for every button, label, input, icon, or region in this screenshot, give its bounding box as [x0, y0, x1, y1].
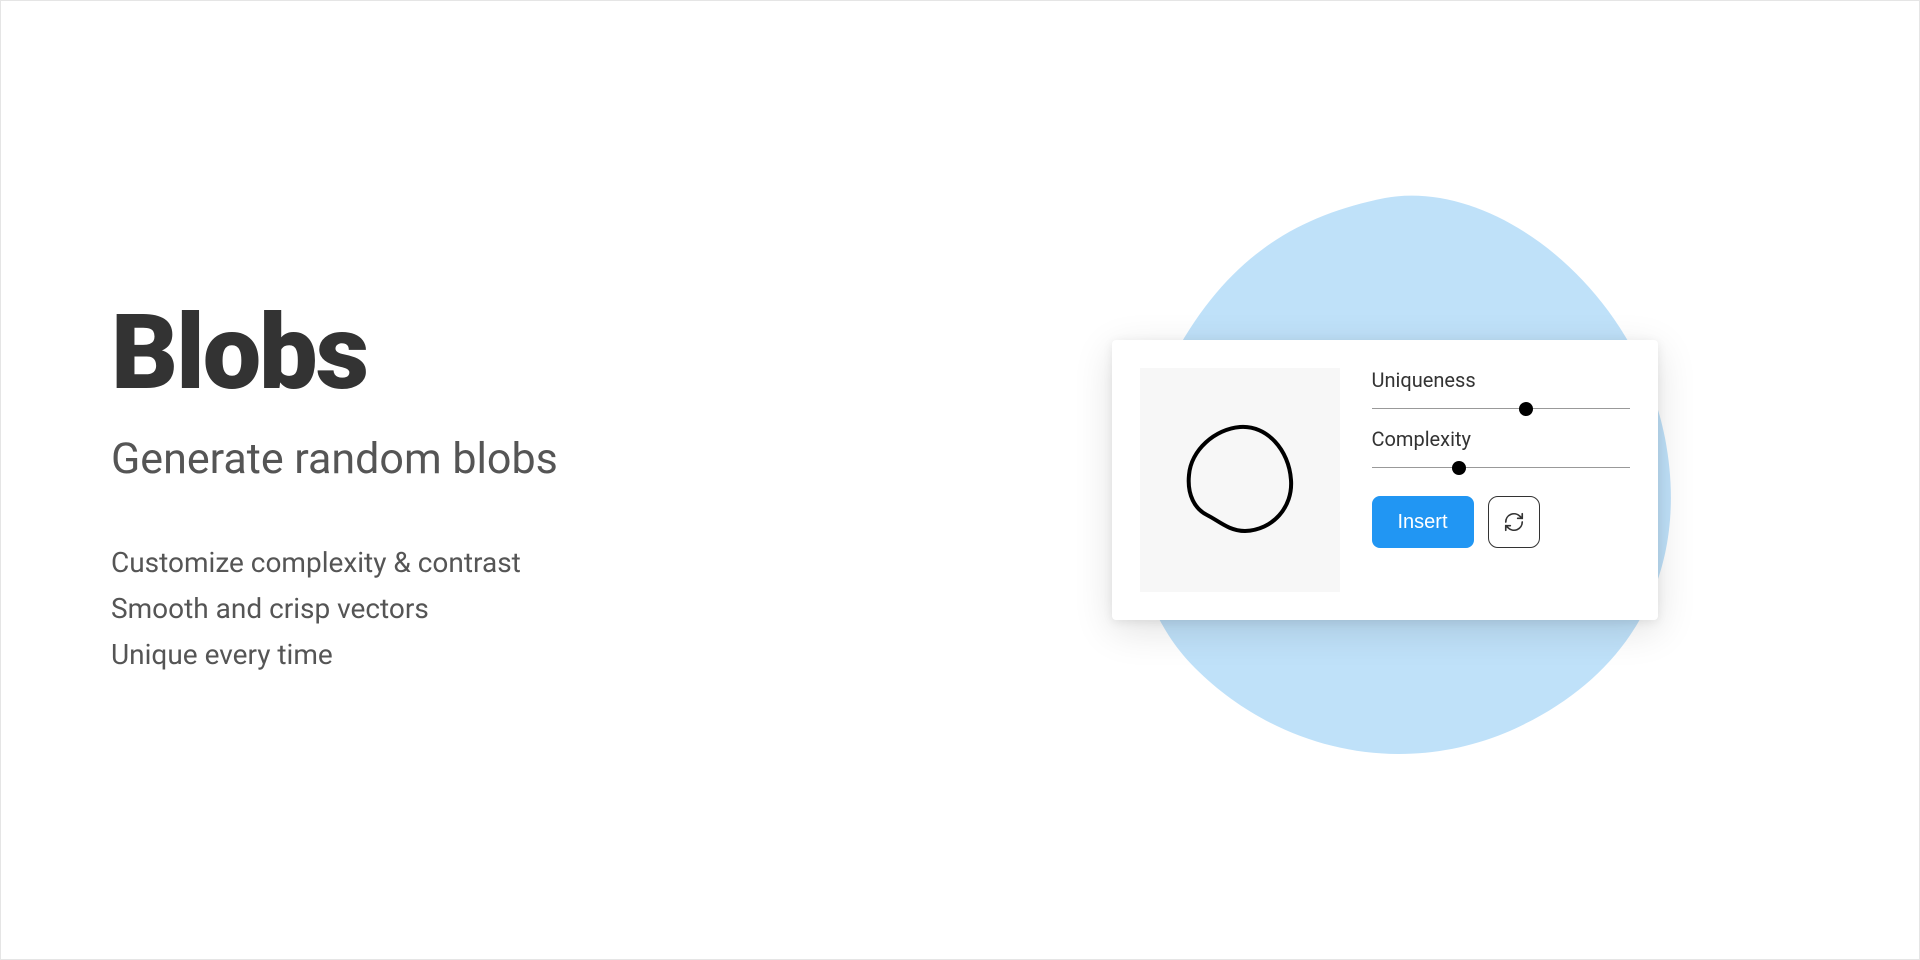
- feature-item: Unique every time: [111, 632, 960, 678]
- complexity-slider[interactable]: [1372, 467, 1630, 468]
- feature-item: Customize complexity & contrast: [111, 540, 960, 586]
- blob-preview-shape: [1175, 415, 1305, 545]
- uniqueness-slider-thumb[interactable]: [1519, 402, 1533, 416]
- feature-item: Smooth and crisp vectors: [111, 586, 960, 632]
- refresh-icon: [1503, 511, 1525, 533]
- feature-list: Customize complexity & contrast Smooth a…: [111, 540, 960, 679]
- uniqueness-slider[interactable]: [1372, 408, 1630, 409]
- blob-preview: [1140, 368, 1340, 592]
- refresh-button[interactable]: [1488, 496, 1540, 548]
- complexity-label: Complexity: [1372, 427, 1630, 451]
- complexity-slider-thumb[interactable]: [1452, 461, 1466, 475]
- blob-widget-card: Uniqueness Complexity Insert: [1112, 340, 1658, 620]
- insert-button[interactable]: Insert: [1372, 496, 1474, 548]
- uniqueness-label: Uniqueness: [1372, 368, 1630, 392]
- page-subtitle: Generate random blobs: [111, 434, 960, 484]
- page-title: Blobs: [111, 302, 960, 406]
